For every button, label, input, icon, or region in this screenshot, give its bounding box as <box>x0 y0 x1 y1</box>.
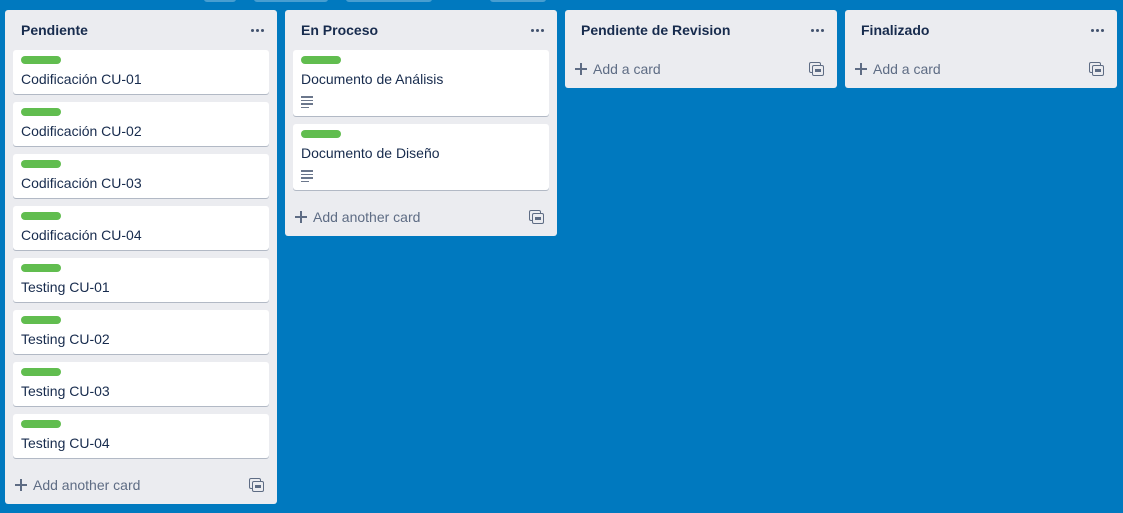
card-label[interactable] <box>21 420 61 428</box>
card[interactable]: Documento de Diseño <box>293 124 549 190</box>
card[interactable]: Codificación CU-02 <box>13 102 269 146</box>
card-label[interactable] <box>21 108 61 116</box>
card-title: Codificación CU-04 <box>21 227 142 243</box>
description-icon <box>301 96 313 108</box>
add-card-button[interactable]: Add another card <box>15 477 249 493</box>
card[interactable]: Codificación CU-03 <box>13 154 269 198</box>
add-card-button[interactable]: Add a card <box>855 61 1089 77</box>
ellipsis-icon[interactable] <box>1085 18 1109 42</box>
list-title[interactable]: Pendiente de Revision <box>581 22 805 38</box>
board-header-fragments <box>0 0 1123 4</box>
ellipsis-icon[interactable] <box>805 18 829 42</box>
card-label[interactable] <box>21 368 61 376</box>
card-title: Codificación CU-03 <box>21 175 142 191</box>
add-card-label: Add a card <box>593 61 661 77</box>
header-button-fragment[interactable] <box>346 0 432 2</box>
add-card-label: Add another card <box>313 209 421 225</box>
card-title: Codificación CU-02 <box>21 123 142 139</box>
card-title: Documento de Análisis <box>301 71 444 87</box>
card-template-icon[interactable] <box>809 62 824 76</box>
card[interactable]: Documento de Análisis <box>293 50 549 116</box>
list-header: En Proceso <box>285 10 557 50</box>
list: Pendiente Codificación CU-01 Codificación … <box>5 10 277 504</box>
card-list: Documento de Análisis Documento de Diseño <box>285 50 557 190</box>
card-badges <box>301 94 541 110</box>
card[interactable]: Codificación CU-01 <box>13 50 269 94</box>
list-title[interactable]: Pendiente <box>21 22 245 38</box>
description-icon <box>301 170 313 182</box>
list-title[interactable]: Finalizado <box>861 22 1085 38</box>
list-title[interactable]: En Proceso <box>301 22 525 38</box>
card-template-icon[interactable] <box>529 210 544 224</box>
list: Finalizado Add a card <box>845 10 1117 88</box>
card-title: Testing CU-04 <box>21 435 110 451</box>
header-button-fragment[interactable] <box>204 0 236 2</box>
card-label[interactable] <box>21 56 61 64</box>
card-title: Codificación CU-01 <box>21 71 142 87</box>
card-label[interactable] <box>21 316 61 324</box>
header-button-fragment[interactable] <box>490 0 546 2</box>
plus-icon <box>15 479 27 491</box>
list-header: Pendiente de Revision <box>565 10 837 50</box>
card-composer: Add another card <box>285 198 557 236</box>
plus-icon <box>855 63 867 75</box>
card[interactable]: Codificación CU-04 <box>13 206 269 250</box>
list: Pendiente de Revision Add a card <box>565 10 837 88</box>
card-label[interactable] <box>21 160 61 168</box>
card-template-icon[interactable] <box>249 478 264 492</box>
list-header: Finalizado <box>845 10 1117 50</box>
add-card-button[interactable]: Add a card <box>575 61 809 77</box>
card-list: Codificación CU-01 Codificación CU-02 Codi… <box>5 50 277 458</box>
plus-icon <box>295 211 307 223</box>
add-card-button[interactable]: Add another card <box>295 209 529 225</box>
ellipsis-icon[interactable] <box>525 18 549 42</box>
list: En Proceso Documento de Análisis Documento… <box>285 10 557 236</box>
add-card-label: Add another card <box>33 477 141 493</box>
card-label[interactable] <box>21 264 61 272</box>
card-title: Documento de Diseño <box>301 145 440 161</box>
card-title: Testing CU-03 <box>21 383 110 399</box>
card[interactable]: Testing CU-02 <box>13 310 269 354</box>
card[interactable]: Testing CU-04 <box>13 414 269 458</box>
ellipsis-icon[interactable] <box>245 18 269 42</box>
card-template-icon[interactable] <box>1089 62 1104 76</box>
card-label[interactable] <box>21 212 61 220</box>
card-label[interactable] <box>301 130 341 138</box>
card-title: Testing CU-02 <box>21 331 110 347</box>
card-composer: Add another card <box>5 466 277 504</box>
card[interactable]: Testing CU-01 <box>13 258 269 302</box>
card[interactable]: Testing CU-03 <box>13 362 269 406</box>
list-header: Pendiente <box>5 10 277 50</box>
header-button-fragment[interactable] <box>254 0 328 2</box>
card-badges <box>301 168 541 184</box>
card-composer: Add a card <box>565 50 837 88</box>
card-composer: Add a card <box>845 50 1117 88</box>
card-label[interactable] <box>301 56 341 64</box>
card-title: Testing CU-01 <box>21 279 110 295</box>
plus-icon <box>575 63 587 75</box>
add-card-label: Add a card <box>873 61 941 77</box>
